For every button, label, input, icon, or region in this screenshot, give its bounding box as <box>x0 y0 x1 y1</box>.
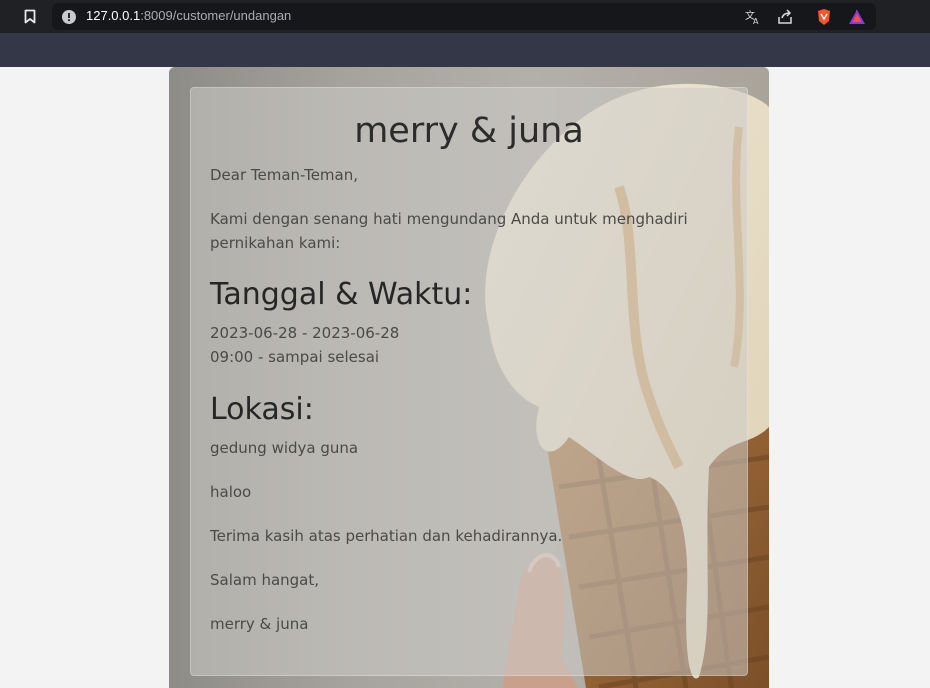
address-bar[interactable]: 127.0.0.1:8009/customer/undangan 文A <box>52 3 876 30</box>
signature-text: merry & juna <box>210 615 309 633</box>
share-icon[interactable] <box>776 8 794 26</box>
invitation-card: merry & juna Dear Teman-Teman, Kami deng… <box>169 67 769 688</box>
location-text: gedung widya guna <box>210 439 359 457</box>
brave-shield-icon[interactable] <box>815 8 833 26</box>
url-host: 127.0.0.1 <box>86 8 141 23</box>
intro-text-line2: pernikahan kami: <box>210 234 341 252</box>
date-range-text: 2023-06-28 - 2023-06-28 <box>210 324 400 342</box>
brave-rewards-icon[interactable] <box>848 8 866 26</box>
intro-text-line1: Kami dengan senang hati mengundang Anda … <box>210 210 688 228</box>
url-text[interactable]: 127.0.0.1:8009/customer/undangan <box>86 8 291 23</box>
svg-text:A: A <box>753 17 759 25</box>
bookmark-icon[interactable] <box>20 6 40 26</box>
browser-toolbar: 127.0.0.1:8009/customer/undangan 文A <box>0 0 930 67</box>
invitation-title: merry & juna <box>354 111 584 151</box>
time-range-text: 09:00 - sampai selesai <box>210 348 380 366</box>
url-path: :8009/customer/undangan <box>140 8 292 23</box>
datetime-heading: Tanggal & Waktu: <box>210 277 473 312</box>
greeting-text: Dear Teman-Teman, <box>210 166 359 184</box>
info-icon[interactable] <box>62 9 76 24</box>
location-heading: Lokasi: <box>210 392 314 427</box>
translate-icon[interactable]: 文A <box>744 8 762 26</box>
thanks-text: Terima kasih atas perhatian dan kehadira… <box>210 527 563 545</box>
note-text: haloo <box>210 483 252 501</box>
closing-text: Salam hangat, <box>210 571 320 589</box>
